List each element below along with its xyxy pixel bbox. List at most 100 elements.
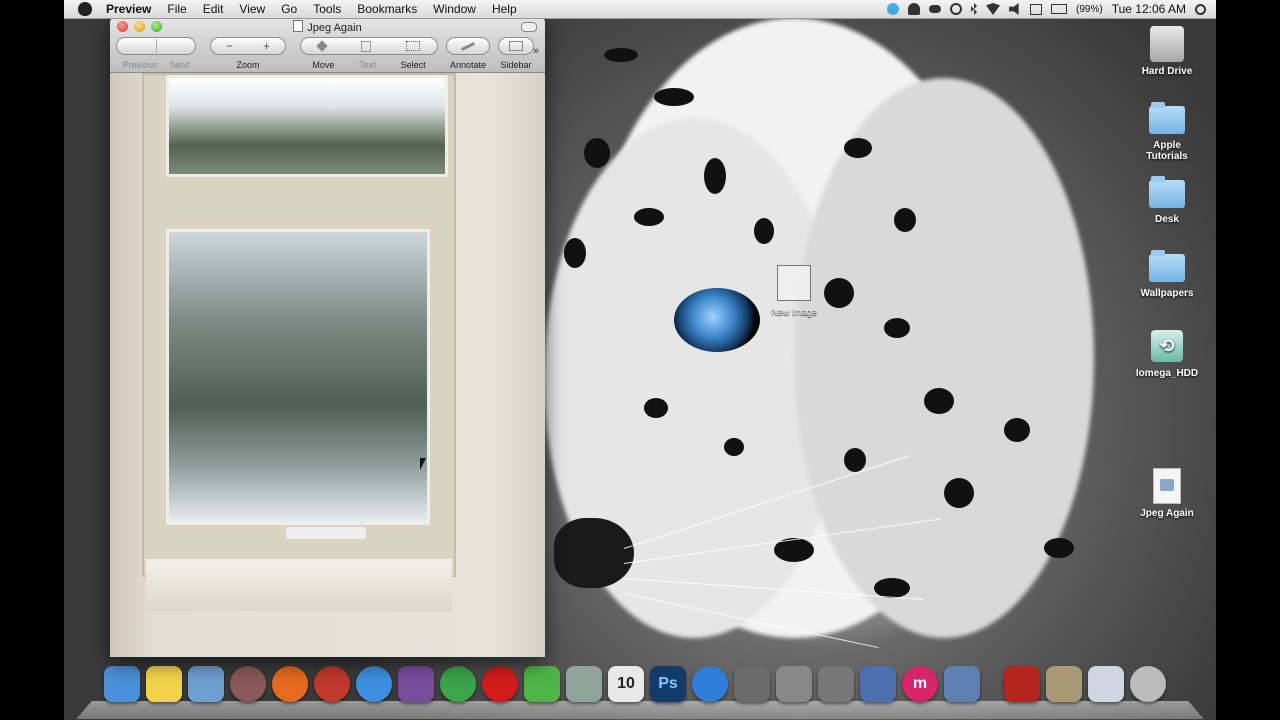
toolbar-overflow-button[interactable]: »	[533, 45, 539, 57]
itunes-icon[interactable]	[692, 666, 728, 702]
firefox-icon[interactable]	[272, 666, 308, 702]
window-titlebar[interactable]: Jpeg Again Previous Next − + Zoom Move T…	[110, 17, 545, 73]
previous-label: Previous	[122, 60, 158, 70]
annotate-button[interactable]	[446, 37, 490, 55]
menu-app-preview[interactable]: Preview	[106, 2, 151, 16]
itunes-dvd-icon[interactable]	[230, 666, 266, 702]
apple-menu-icon[interactable]	[78, 2, 92, 16]
text-label: Text	[359, 60, 376, 70]
cloud-icon[interactable]	[929, 5, 942, 13]
sidebar-icon	[509, 41, 523, 51]
window-frame-photo	[142, 73, 456, 577]
menu-bookmarks[interactable]: Bookmarks	[357, 2, 417, 16]
move-tool-icon[interactable]	[316, 40, 328, 52]
move-label: Move	[312, 60, 335, 70]
preview-window: Jpeg Again Previous Next − + Zoom Move T…	[110, 17, 545, 657]
document-proxy-icon[interactable]	[293, 20, 304, 32]
menu-file[interactable]: File	[167, 2, 186, 16]
tor-icon[interactable]	[398, 666, 434, 702]
previous-button[interactable]	[117, 39, 157, 53]
spotlight-search-icon[interactable]	[1195, 3, 1206, 15]
dragged-new-image[interactable]: New Image	[764, 265, 824, 317]
preview-icon[interactable]	[188, 666, 224, 702]
desktop-icon-wallpapers[interactable]: Wallpapers	[1122, 250, 1212, 299]
annotate-group: Annotate	[446, 37, 490, 70]
bluetooth-icon[interactable]	[971, 3, 978, 15]
activity-icon[interactable]	[566, 666, 602, 702]
menu-extras: (99%) Tue 12:06 AM	[887, 2, 1206, 16]
menu-edit[interactable]: Edit	[203, 2, 224, 16]
desktop-icon-apple-tutorials[interactable]: Apple Tutorials	[1122, 102, 1212, 162]
m-app-icon[interactable]: m	[902, 666, 938, 702]
bell-icon[interactable]	[908, 3, 921, 15]
wallpaper-leopard	[544, 18, 1104, 658]
skype-icon[interactable]	[887, 3, 900, 15]
menu-bar: Preview File Edit View Go Tools Bookmark…	[64, 0, 1216, 19]
toolbar: Previous Next − + Zoom Move Text Select …	[116, 37, 539, 71]
leopard-nose	[554, 518, 634, 588]
text-tool-icon[interactable]	[360, 40, 371, 52]
desktop-icon-desk[interactable]: Desk	[1122, 176, 1212, 225]
next-label: Next	[170, 60, 190, 70]
pencil-icon	[461, 41, 475, 51]
zoom-group: − + Zoom	[210, 37, 286, 70]
photoshop-icon[interactable]: Ps	[650, 666, 686, 702]
menu-help[interactable]: Help	[492, 2, 517, 16]
new-image-file-icon	[777, 265, 811, 301]
folder-icon	[1149, 102, 1185, 134]
window-title: Jpeg Again	[307, 22, 362, 34]
pen-icon[interactable]	[860, 666, 896, 702]
display-icon[interactable]	[1030, 3, 1043, 15]
red-app-icon[interactable]	[1004, 666, 1040, 702]
window-latch	[286, 527, 366, 539]
chrome-icon[interactable]	[440, 666, 476, 702]
opera-icon[interactable]	[482, 666, 518, 702]
stickies-icon[interactable]	[146, 666, 182, 702]
finder-icon[interactable]	[104, 666, 140, 702]
system-prefs-icon[interactable]	[818, 666, 854, 702]
safari-icon[interactable]	[356, 666, 392, 702]
leaf-icon[interactable]	[524, 666, 560, 702]
sidebar-button[interactable]	[498, 37, 534, 55]
image-file-icon	[1153, 468, 1181, 504]
leopard-eye	[674, 288, 760, 352]
zoom-in-button[interactable]: +	[263, 39, 270, 53]
toolbar-toggle-button[interactable]	[521, 22, 537, 32]
prev-next-group: Previous Next	[116, 37, 196, 70]
scanner-icon[interactable]	[1046, 666, 1082, 702]
preview2-icon[interactable]	[944, 666, 980, 702]
zoom-label: Zoom	[236, 60, 260, 70]
battery-icon[interactable]	[1051, 4, 1068, 14]
select-label: Select	[400, 60, 426, 70]
calendar-icon[interactable]: 10	[608, 666, 644, 702]
wifi-icon[interactable]	[986, 3, 1001, 15]
volume-icon[interactable]	[1009, 3, 1019, 15]
folder-icon	[1149, 176, 1185, 208]
mouse-cursor	[420, 458, 426, 470]
desktop-icon-jpeg-again[interactable]: Jpeg Again	[1122, 468, 1212, 519]
sidebar-group: Sidebar	[498, 37, 534, 70]
iphoto-icon[interactable]	[734, 666, 770, 702]
desktop-icon-hard-drive[interactable]: Hard Drive	[1122, 26, 1212, 77]
menu-go[interactable]: Go	[281, 2, 297, 16]
annotate-label: Annotate	[449, 60, 487, 70]
half-life-icon[interactable]	[314, 666, 350, 702]
tools-icon[interactable]	[776, 666, 812, 702]
desktop-icon-iomega-hdd[interactable]: ⟲ Iomega_HDD	[1122, 330, 1212, 379]
trash-icon[interactable]	[1130, 666, 1166, 702]
menu-tools[interactable]: Tools	[313, 2, 341, 16]
table-icon[interactable]	[1088, 666, 1124, 702]
menu-view[interactable]: View	[239, 2, 265, 16]
battery-percent: (99%)	[1076, 3, 1103, 15]
image-canvas[interactable]	[110, 73, 545, 657]
zoom-out-button[interactable]: −	[226, 39, 233, 53]
select-tool-icon[interactable]	[405, 41, 420, 51]
dock-shelf	[76, 701, 1204, 720]
clock[interactable]: Tue 12:06 AM	[1112, 2, 1186, 16]
menu-window[interactable]: Window	[433, 2, 476, 16]
time-machine-icon[interactable]	[950, 3, 963, 15]
screen: Preview File Edit View Go Tools Bookmark…	[64, 0, 1216, 720]
sidebar-label: Sidebar	[500, 60, 532, 70]
next-button[interactable]	[157, 39, 196, 53]
dock: 10 Ps m	[76, 660, 1204, 720]
